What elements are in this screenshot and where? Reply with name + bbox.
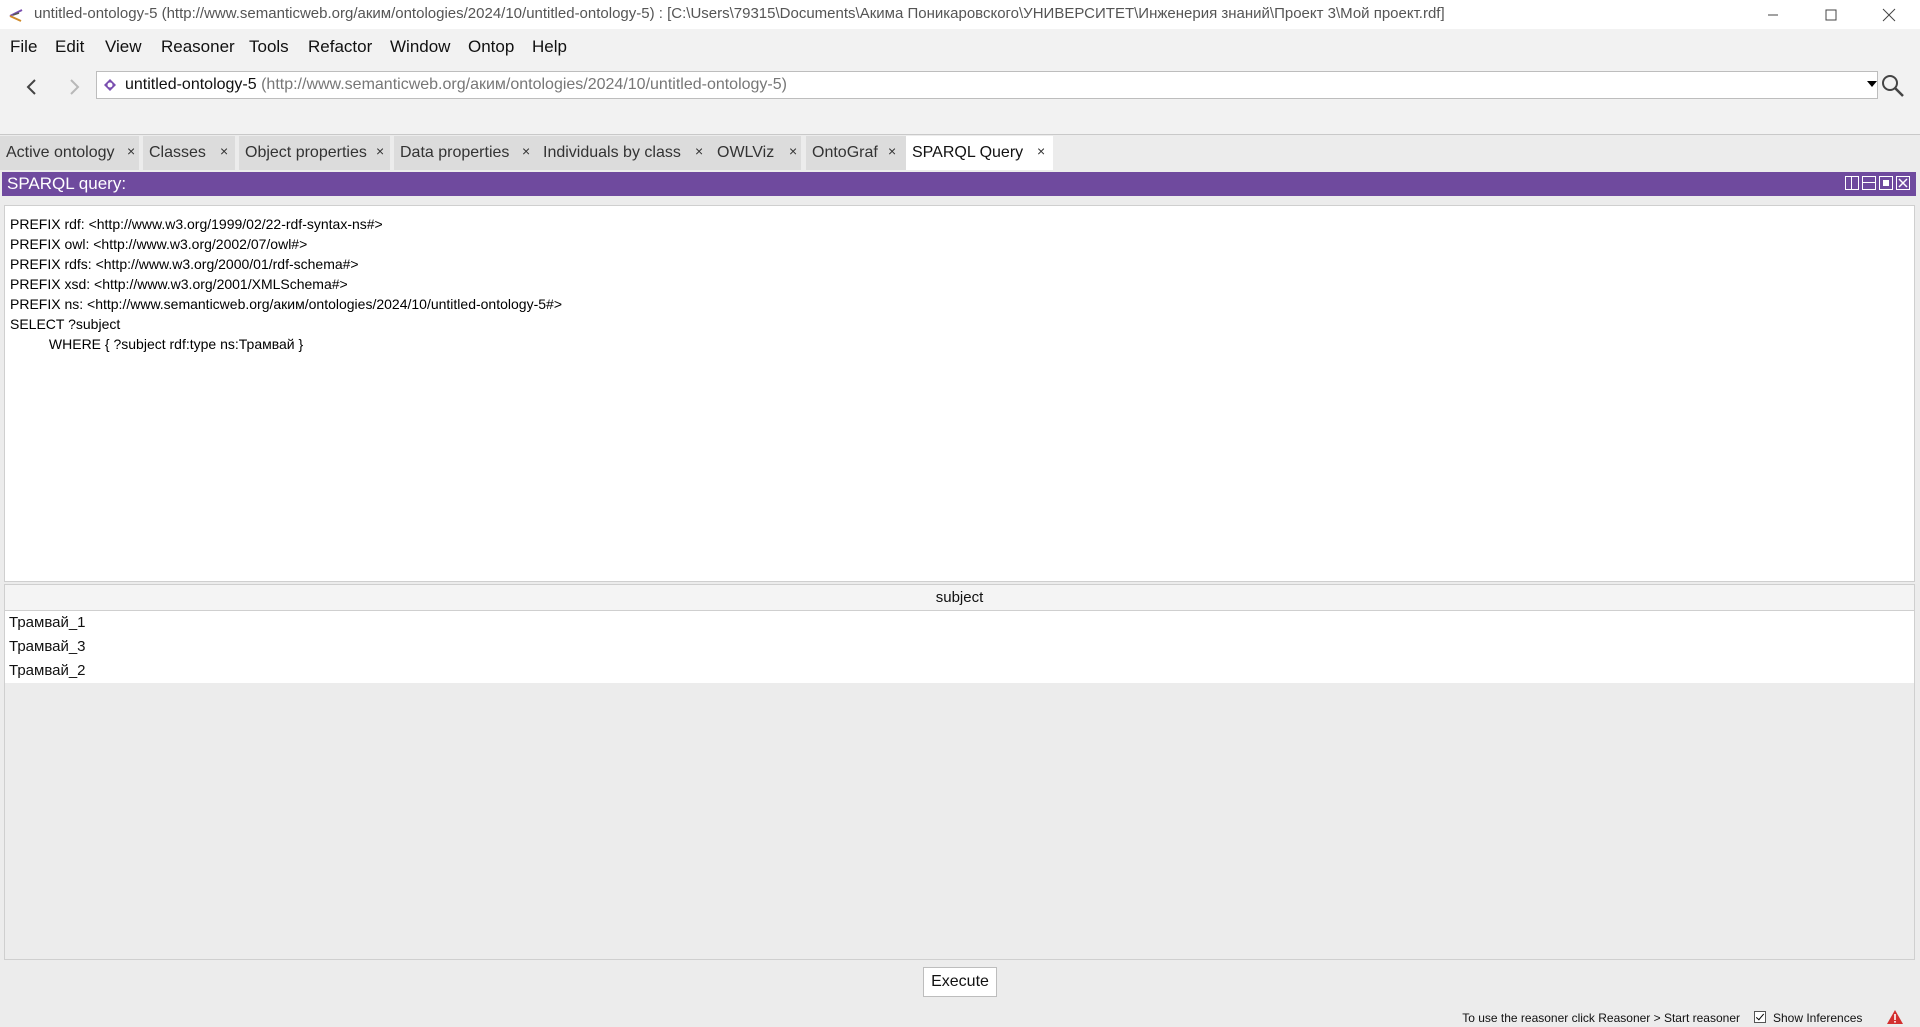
table-row[interactable]: Трамвай_3: [5, 635, 1914, 659]
view-header: SPARQL query:: [2, 172, 1916, 196]
close-tab-icon[interactable]: ×: [888, 143, 896, 159]
protege-app-icon: [9, 9, 23, 22]
column-header-subject[interactable]: subject: [5, 585, 1914, 611]
results-rows: Трамвай_1 Трамвай_3 Трамвай_2: [5, 611, 1914, 683]
tab-object-properties[interactable]: Object properties ×: [239, 136, 390, 170]
show-inferences-checkbox[interactable]: [1754, 1011, 1766, 1023]
menu-bar: File Edit View Reasoner Tools Refactor W…: [0, 29, 1920, 64]
float-view-icon[interactable]: [1879, 176, 1893, 190]
close-tab-icon[interactable]: ×: [1037, 143, 1045, 159]
ontology-navigation-bar: untitled-ontology-5 (http://www.semantic…: [0, 64, 1920, 135]
status-bar: To use the reasoner click Reasoner > Sta…: [0, 1008, 1920, 1027]
results-table: subject Трамвай_1 Трамвай_3 Трамвай_2: [4, 584, 1915, 960]
query-line: PREFIX owl: <http://www.w3.org/2002/07/o…: [10, 236, 308, 252]
back-icon[interactable]: [20, 75, 44, 99]
tab-owlviz[interactable]: OWLViz ×: [711, 136, 801, 170]
query-line: SELECT ?subject: [10, 316, 121, 332]
ontology-iri: (http://www.semanticweb.org/аким/ontolog…: [261, 76, 787, 93]
tab-data-properties[interactable]: Data properties ×: [394, 136, 539, 170]
warning-icon[interactable]: [1886, 1009, 1904, 1025]
tab-sparql-query[interactable]: SPARQL Query ×: [906, 136, 1053, 170]
split-horizontal-icon[interactable]: [1862, 176, 1876, 190]
split-vertical-icon[interactable]: [1845, 176, 1859, 190]
title-bar: untitled-ontology-5 (http://www.semantic…: [0, 0, 1920, 29]
ontology-icon: [104, 79, 116, 91]
close-tab-icon[interactable]: ×: [376, 143, 384, 159]
menu-reasoner[interactable]: Reasoner: [161, 37, 235, 57]
table-row[interactable]: Трамвай_2: [5, 659, 1914, 683]
maximize-button[interactable]: [1802, 0, 1860, 29]
maximize-icon: [1825, 9, 1837, 20]
reasoner-status-message: To use the reasoner click Reasoner > Sta…: [1462, 1011, 1740, 1025]
window-title: untitled-ontology-5 (http://www.semantic…: [34, 5, 1445, 22]
tab-ontograf[interactable]: OntoGraf ×: [806, 136, 906, 170]
tab-bar: Active ontology × Classes × Object propert…: [0, 136, 1920, 170]
menu-ontop[interactable]: Ontop: [468, 37, 514, 57]
close-tab-icon[interactable]: ×: [695, 143, 703, 159]
close-window-button[interactable]: [1860, 0, 1918, 29]
query-line: PREFIX rdf: <http://www.w3.org/1999/02/2…: [10, 216, 383, 232]
minimize-button[interactable]: [1744, 0, 1802, 29]
ontology-name: untitled-ontology-5 (http://www.semantic…: [125, 76, 787, 93]
close-tab-icon[interactable]: ×: [522, 143, 530, 159]
close-view-icon[interactable]: [1896, 176, 1910, 190]
query-line: PREFIX rdfs: <http://www.w3.org/2000/01/…: [10, 256, 359, 272]
menu-help[interactable]: Help: [532, 37, 567, 57]
menu-file[interactable]: File: [10, 37, 37, 57]
menu-window[interactable]: Window: [390, 37, 450, 57]
menu-refactor[interactable]: Refactor: [308, 37, 372, 57]
show-inferences-label: Show Inferences: [1773, 1011, 1863, 1025]
active-ontology-selector[interactable]: untitled-ontology-5 (http://www.semantic…: [96, 71, 1878, 99]
tab-active-ontology[interactable]: Active ontology ×: [0, 136, 139, 170]
tab-classes[interactable]: Classes ×: [143, 136, 235, 170]
table-row[interactable]: Трамвай_1: [5, 611, 1914, 635]
dropdown-arrow-icon[interactable]: [1867, 81, 1877, 87]
query-line: PREFIX xsd: <http://www.w3.org/2001/XMLS…: [10, 276, 348, 292]
query-line: PREFIX ns: <http://www.semanticweb.org/а…: [10, 296, 562, 312]
tab-individuals-by-class[interactable]: Individuals by class ×: [537, 136, 712, 170]
sparql-query-editor[interactable]: PREFIX rdf: <http://www.w3.org/1999/02/2…: [4, 205, 1915, 582]
close-tab-icon[interactable]: ×: [789, 143, 797, 159]
search-icon[interactable]: [1880, 73, 1906, 99]
forward-icon[interactable]: [62, 75, 86, 99]
view-title: SPARQL query:: [7, 174, 127, 193]
minimize-icon: [1768, 14, 1778, 15]
menu-tools[interactable]: Tools: [249, 37, 289, 57]
menu-view[interactable]: View: [105, 37, 142, 57]
close-tab-icon[interactable]: ×: [127, 143, 135, 159]
execute-button[interactable]: Execute: [923, 967, 997, 997]
query-line: WHERE { ?subject rdf:type ns:Трамвай }: [10, 336, 304, 352]
close-icon: [1882, 8, 1896, 21]
close-tab-icon[interactable]: ×: [220, 143, 228, 159]
menu-edit[interactable]: Edit: [55, 37, 84, 57]
